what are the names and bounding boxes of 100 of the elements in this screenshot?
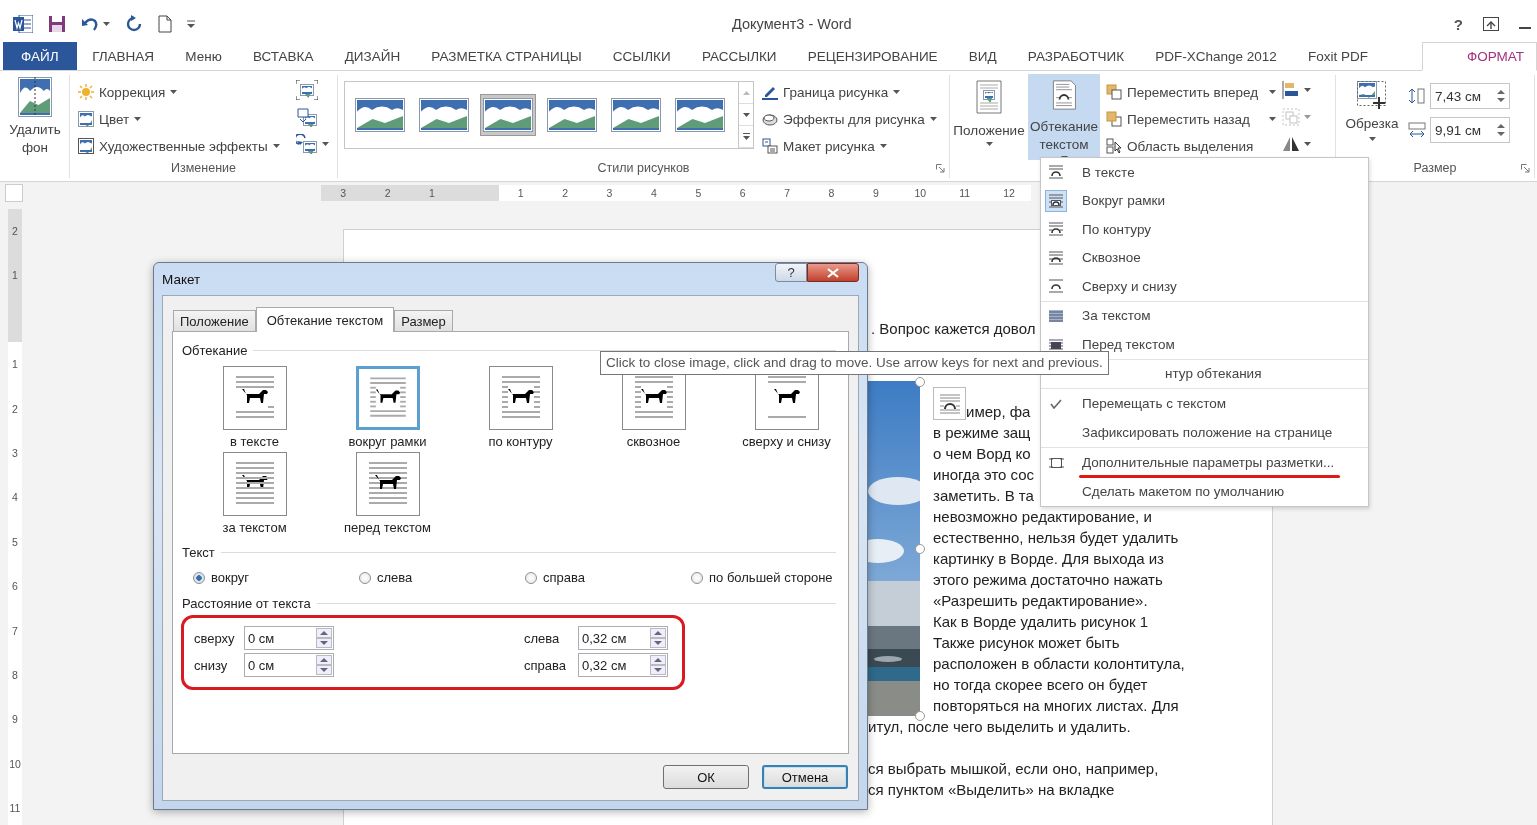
customize-icon[interactable]: [187, 20, 195, 28]
spin-arrows-icon: [650, 655, 666, 675]
picture-style-button[interactable]: [480, 94, 536, 136]
ruler-number: 4: [8, 475, 22, 520]
expand-icon: [742, 133, 750, 140]
option-label: по контуру: [488, 434, 553, 449]
selection-handle[interactable]: [915, 544, 925, 554]
menu-item[interactable]: Дополнительные параметры разметки...: [1041, 448, 1368, 477]
restore-icon[interactable]: [1483, 17, 1499, 31]
spin-field[interactable]: 0,32 см: [578, 653, 668, 677]
ruler-number: 3: [8, 430, 22, 476]
layout-options-button[interactable]: [933, 387, 966, 420]
dialog-button[interactable]: Отмена: [762, 765, 848, 789]
ruler-number: 2: [8, 209, 22, 254]
menu-item[interactable]: По контуру: [1041, 215, 1368, 244]
wrap-style-button[interactable]: [488, 366, 553, 430]
ruler-toggle[interactable]: [5, 184, 23, 202]
ribbon-button[interactable]: Переместить назад: [1106, 108, 1276, 130]
ribbon-button[interactable]: Художественные эффекты: [78, 135, 280, 157]
size-field[interactable]: 7,43 см: [1430, 83, 1510, 109]
menu-item[interactable]: Вокруг рамки: [1041, 186, 1368, 215]
picture-icon: [355, 98, 405, 132]
crop-button[interactable]: Обрезка: [1340, 79, 1404, 141]
ribbon-tab[interactable]: Foxit PDF: [1292, 42, 1384, 70]
ribbon-tab[interactable]: ВИД: [953, 42, 1013, 70]
spin-field[interactable]: 0 см: [244, 653, 334, 677]
new-document-icon[interactable]: [158, 15, 172, 33]
ribbon-tab[interactable]: PDF-XChange 2012: [1139, 42, 1293, 70]
option-label: в тексте: [230, 434, 279, 449]
layers-icon: [1106, 111, 1122, 127]
save-icon[interactable]: [48, 15, 66, 33]
crop-icon: [1355, 79, 1389, 111]
remove-background-button[interactable]: Удалить фон: [4, 77, 66, 157]
dialog-tab[interactable]: Положение: [173, 310, 256, 331]
ribbon-tab[interactable]: ДИЗАЙН: [329, 42, 416, 70]
ribbon-tab[interactable]: ГЛАВНАЯ: [76, 42, 170, 70]
shape-icon: [762, 111, 778, 127]
ribbon-button[interactable]: Коррекция: [78, 81, 280, 103]
menu-item[interactable]: Перемещать с текстом: [1041, 389, 1368, 418]
ribbon-tab[interactable]: РЕЦЕНЗИРОВАНИЕ: [792, 42, 954, 70]
ribbon-tab[interactable]: Меню: [169, 42, 238, 70]
menu-item[interactable]: Зафиксировать положение на странице: [1041, 418, 1368, 447]
group-icon: [1282, 108, 1300, 126]
help-button[interactable]: ?: [775, 263, 807, 282]
menu-item[interactable]: Сделать макетом по умолчанию: [1041, 477, 1368, 506]
ribbon-button[interactable]: Макет рисунка: [762, 135, 937, 157]
wrap-style-button[interactable]: [355, 366, 420, 430]
help-button[interactable]: ?: [1453, 15, 1463, 33]
ruler-number: 8: [8, 652, 22, 698]
picture-icon: [78, 111, 94, 127]
text-line: . Вопрос кажется довол: [871, 319, 1036, 339]
caret-icon: [1304, 115, 1311, 119]
undo-icon[interactable]: [81, 16, 99, 32]
align-icon: [1282, 81, 1300, 99]
ribbon-button[interactable]: Область выделения: [1106, 135, 1276, 157]
caret-icon: [1368, 137, 1376, 141]
ribbon-tab[interactable]: ВСТАВКА: [237, 42, 330, 70]
text-line: этого режима достаточно нажать: [933, 570, 1163, 590]
wrap-style-button[interactable]: [355, 452, 420, 516]
ribbon-tab[interactable]: ФОРМАТ: [1421, 42, 1537, 71]
ribbon-tab[interactable]: РАЗРАБОТЧИК: [1012, 42, 1140, 70]
ribbon-button[interactable]: Переместить вперед: [1106, 81, 1276, 103]
dialog-button[interactable]: ОК: [663, 765, 749, 789]
selection-handle[interactable]: [915, 377, 925, 387]
reset-picture-button[interactable]: [295, 133, 329, 155]
ribbon-button[interactable]: Цвет: [78, 108, 280, 130]
ribbon-tab[interactable]: ССЫЛКИ: [597, 42, 687, 70]
dialog-title: Макет: [162, 271, 201, 287]
ribbon-large-button[interactable]: Положение: [950, 74, 1028, 160]
menu-item[interactable]: За текстом: [1041, 301, 1368, 330]
ribbon-tab[interactable]: РАССЫЛКИ: [686, 42, 793, 70]
wrap-style-button[interactable]: [222, 366, 287, 430]
radio-button[interactable]: [691, 571, 703, 584]
file-tab[interactable]: ФАЙЛ: [3, 42, 77, 70]
menu-item[interactable]: Сквозное: [1041, 243, 1368, 272]
app-logo-icon[interactable]: [13, 15, 33, 33]
picture-icon: [78, 138, 94, 154]
align-button[interactable]: [1282, 79, 1311, 101]
repeat-icon[interactable]: [125, 15, 143, 33]
close-button[interactable]: [807, 263, 859, 282]
dialog-tab[interactable]: Размер: [394, 310, 453, 331]
radio-button[interactable]: [193, 571, 205, 584]
spin-field[interactable]: 0,32 см: [578, 626, 668, 650]
ribbon-button[interactable]: Граница рисунка: [762, 81, 937, 103]
ribbon-button[interactable]: Эффекты для рисунка: [762, 108, 937, 130]
menu-item[interactable]: Сверху и снизу: [1041, 272, 1368, 301]
ribbon-tab[interactable]: РАЗМЕТКА СТРАНИЦЫ: [415, 42, 598, 70]
group-label: Изменение: [171, 161, 236, 175]
radio-button[interactable]: [525, 571, 537, 584]
radio-button[interactable]: [359, 571, 371, 584]
size-field[interactable]: 9,91 см: [1430, 117, 1510, 143]
selection-handle[interactable]: [915, 711, 925, 721]
rotate-icon: [1282, 135, 1300, 153]
dialog-launcher-icon[interactable]: [936, 164, 945, 173]
dialog-tab[interactable]: Обтекание текстом: [255, 307, 395, 332]
pictures-icon: [295, 107, 318, 127]
menu-item[interactable]: В тексте: [1041, 158, 1368, 187]
spin-field[interactable]: 0 см: [244, 626, 334, 650]
dialog-launcher-icon[interactable]: [1521, 164, 1530, 173]
ribbon-large-button[interactable]: Обтекание текстом: [1028, 74, 1100, 160]
